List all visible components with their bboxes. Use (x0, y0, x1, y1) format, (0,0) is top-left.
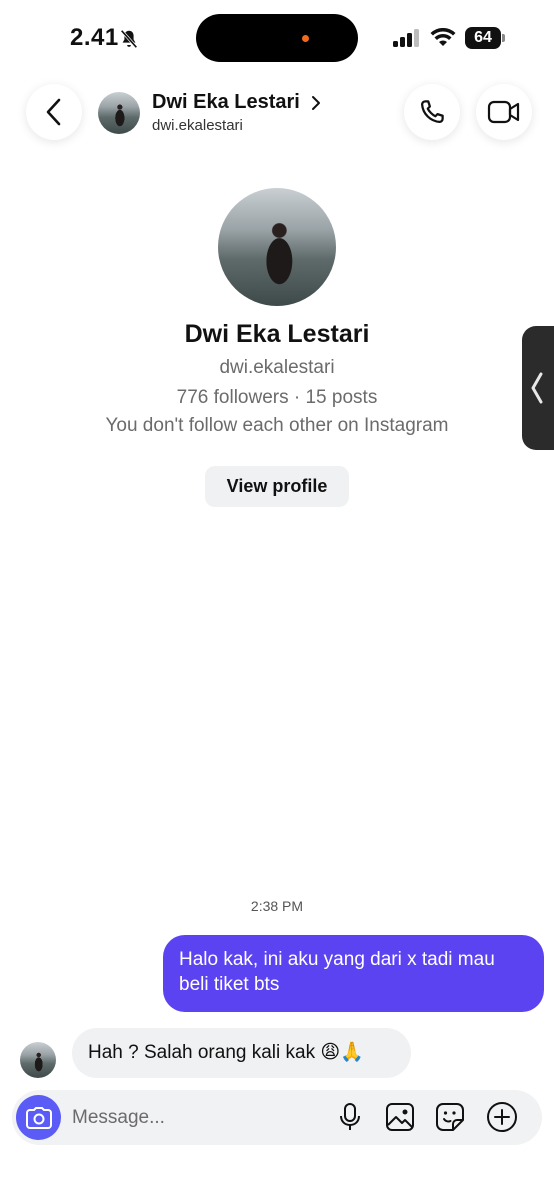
header-avatar[interactable] (98, 92, 140, 134)
view-profile-button[interactable]: View profile (205, 466, 349, 507)
header-username: dwi.ekalestari (152, 117, 243, 134)
profile-stats: 776 followers · 15 posts (176, 387, 378, 408)
back-button[interactable] (26, 84, 82, 140)
video-camera-icon (487, 100, 520, 124)
incoming-message-bubble[interactable]: Hah ? Salah orang kali kak 😩🙏 (72, 1028, 411, 1078)
camera-button[interactable] (16, 1095, 61, 1140)
side-panel-handle[interactable] (522, 326, 554, 450)
sticker-button[interactable] (434, 1101, 466, 1133)
cellular-signal-icon (393, 29, 419, 47)
chevron-right-icon[interactable] (310, 95, 322, 111)
header-name[interactable]: Dwi Eka Lestari (152, 91, 300, 114)
audio-call-button[interactable] (404, 84, 460, 140)
sticker-icon (436, 1103, 464, 1131)
wifi-icon (430, 28, 456, 46)
outgoing-message-bubble[interactable]: Halo kak, ini aku yang dari x tadi mau b… (163, 935, 544, 1012)
status-bar: 2.41 64 (0, 0, 554, 76)
microphone-icon (340, 1103, 360, 1130)
gallery-button[interactable] (384, 1101, 416, 1133)
sender-avatar[interactable] (20, 1042, 56, 1078)
privacy-indicator-dot (302, 35, 309, 42)
message-input[interactable] (72, 1098, 322, 1138)
message-composer (12, 1090, 542, 1145)
image-icon (386, 1103, 414, 1131)
profile-avatar[interactable] (218, 188, 336, 306)
phone-icon (421, 100, 444, 123)
voice-message-button[interactable] (334, 1101, 366, 1133)
dynamic-island (196, 14, 358, 62)
follow-status-note: You don't follow each other on Instagram (105, 415, 449, 436)
video-call-button[interactable] (476, 84, 532, 140)
camera-icon (25, 1106, 52, 1129)
plus-icon (487, 1102, 517, 1132)
profile-username: dwi.ekalestari (219, 357, 335, 378)
profile-name: Dwi Eka Lestari (184, 320, 370, 348)
message-timestamp: 2:38 PM (250, 898, 304, 914)
battery-percentage: 64 (474, 29, 492, 46)
more-options-button[interactable] (486, 1101, 518, 1133)
status-time: 2.41 (70, 24, 119, 51)
chevron-left-icon (46, 98, 61, 126)
chevron-left-icon (531, 372, 543, 404)
bell-slash-icon (120, 29, 138, 49)
battery-indicator: 64 (465, 27, 507, 49)
